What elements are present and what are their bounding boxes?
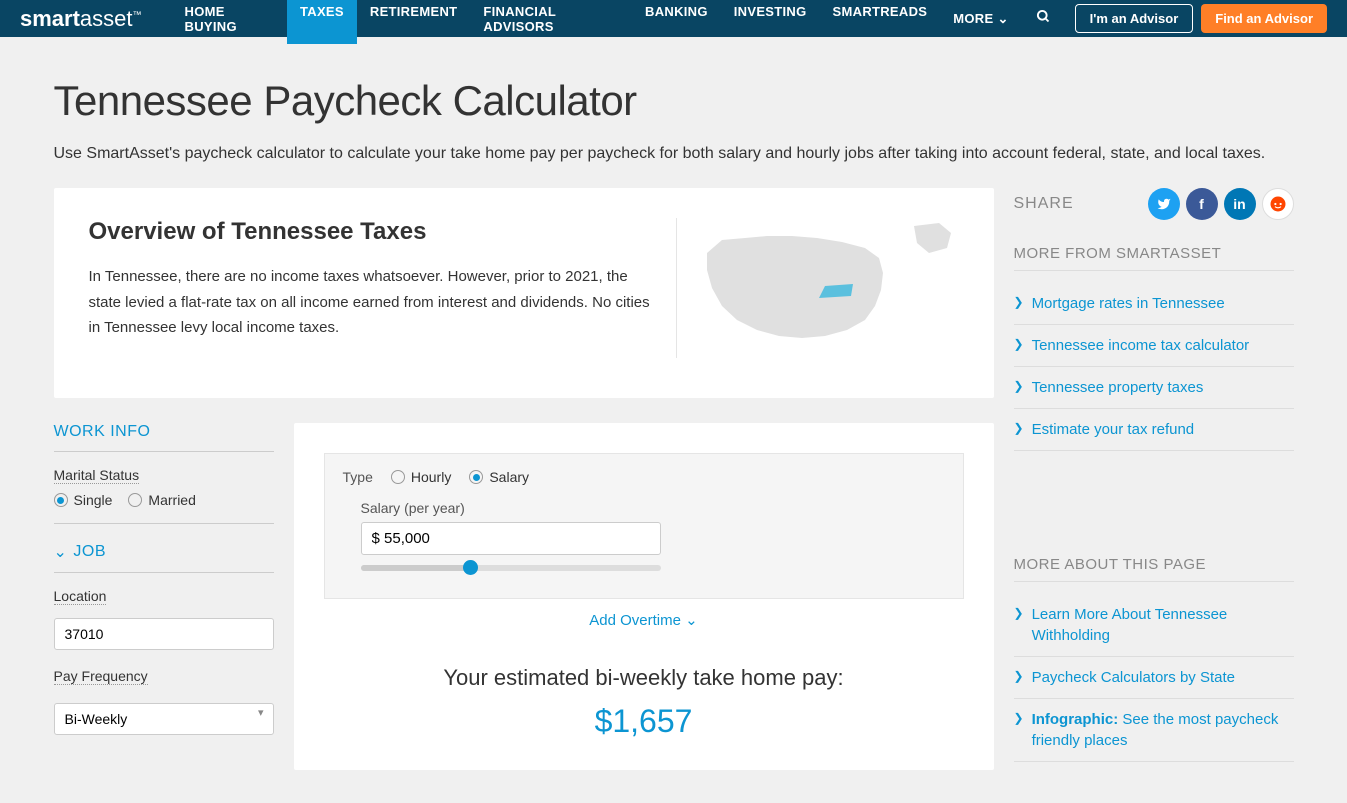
chevron-right-icon: ❯ bbox=[1014, 295, 1024, 309]
nav-banking[interactable]: BANKING bbox=[632, 0, 721, 44]
nav-menu: HOME BUYING TAXES RETIREMENT FINANCIAL A… bbox=[172, 0, 1022, 44]
marital-single-radio[interactable]: Single bbox=[54, 492, 113, 508]
chevron-right-icon: ❯ bbox=[1014, 606, 1024, 620]
add-overtime-link[interactable]: Add Overtime ⌄ bbox=[294, 599, 994, 645]
more-about-heading: MORE ABOUT THIS PAGE bbox=[1014, 556, 1294, 582]
marital-status-label: Marital Status bbox=[54, 467, 140, 484]
chevron-right-icon: ❯ bbox=[1014, 337, 1024, 351]
sidebar-link[interactable]: ❯Tennessee income tax calculator bbox=[1014, 325, 1294, 367]
more-from-heading: MORE FROM SMARTASSET bbox=[1014, 245, 1294, 271]
nav-home-buying[interactable]: HOME BUYING bbox=[172, 0, 287, 44]
chevron-right-icon: ❯ bbox=[1014, 711, 1024, 725]
sidebar-link[interactable]: ❯Estimate your tax refund bbox=[1014, 409, 1294, 451]
pay-frequency-label: Pay Frequency bbox=[54, 668, 148, 685]
overview-title: Overview of Tennessee Taxes bbox=[89, 218, 651, 246]
us-map bbox=[676, 218, 959, 358]
nav-investing[interactable]: INVESTING bbox=[721, 0, 820, 44]
salary-slider[interactable] bbox=[361, 565, 661, 571]
result-label: Your estimated bi-weekly take home pay: bbox=[324, 665, 964, 691]
chevron-down-icon: ⌄ bbox=[997, 11, 1008, 27]
chevron-down-icon: ⌄ bbox=[685, 612, 698, 629]
nav-retirement[interactable]: RETIREMENT bbox=[357, 0, 471, 44]
work-info-heading: WORK INFO bbox=[54, 423, 274, 452]
sidebar-link[interactable]: ❯Tennessee property taxes bbox=[1014, 367, 1294, 409]
search-icon[interactable] bbox=[1022, 0, 1065, 39]
nav-taxes[interactable]: TAXES bbox=[287, 0, 357, 44]
location-label: Location bbox=[54, 588, 107, 605]
salary-label: Salary (per year) bbox=[361, 500, 927, 516]
im-advisor-button[interactable]: I'm an Advisor bbox=[1075, 4, 1194, 33]
page-description: Use SmartAsset's paycheck calculator to … bbox=[54, 145, 1294, 163]
pay-frequency-select[interactable]: Bi-Weekly bbox=[54, 703, 274, 735]
find-advisor-button[interactable]: Find an Advisor bbox=[1201, 4, 1327, 33]
slider-thumb[interactable] bbox=[463, 560, 478, 575]
sidebar-link[interactable]: ❯Paycheck Calculators by State bbox=[1014, 657, 1294, 699]
type-hourly-radio[interactable]: Hourly bbox=[391, 469, 451, 485]
chevron-right-icon: ❯ bbox=[1014, 421, 1024, 435]
linkedin-icon[interactable]: in bbox=[1224, 188, 1256, 220]
chevron-right-icon: ❯ bbox=[1014, 379, 1024, 393]
sidebar-link[interactable]: ❯Mortgage rates in Tennessee bbox=[1014, 283, 1294, 325]
nav-smartreads[interactable]: SMARTREADS bbox=[820, 0, 941, 44]
chevron-right-icon: ❯ bbox=[1014, 669, 1024, 683]
page-title: Tennessee Paycheck Calculator bbox=[54, 77, 1294, 125]
reddit-icon[interactable] bbox=[1262, 188, 1294, 220]
facebook-icon[interactable]: f bbox=[1186, 188, 1218, 220]
sidebar-link[interactable]: ❯Learn More About Tennessee Withholding bbox=[1014, 594, 1294, 657]
sidebar-link[interactable]: ❯Infographic: See the most paycheck frie… bbox=[1014, 699, 1294, 762]
job-section-heading[interactable]: ⌄JOB bbox=[54, 542, 274, 573]
nav-more[interactable]: MORE⌄ bbox=[940, 0, 1021, 44]
location-input[interactable] bbox=[54, 618, 274, 650]
salary-input[interactable] bbox=[361, 522, 661, 555]
type-salary-radio[interactable]: Salary bbox=[469, 469, 529, 485]
overview-card: Overview of Tennessee Taxes In Tennessee… bbox=[54, 188, 994, 398]
chevron-down-icon: ⌄ bbox=[54, 542, 68, 562]
share-label: SHARE bbox=[1014, 195, 1136, 213]
calculator-card: Type Hourly Salary Salary (per year) bbox=[294, 423, 994, 770]
result-value: $1,657 bbox=[324, 703, 964, 740]
twitter-icon[interactable] bbox=[1148, 188, 1180, 220]
marital-married-radio[interactable]: Married bbox=[128, 492, 195, 508]
nav-financial-advisors[interactable]: FINANCIAL ADVISORS bbox=[470, 0, 632, 44]
logo[interactable]: smartasset™ bbox=[20, 6, 142, 32]
overview-text: In Tennessee, there are no income taxes … bbox=[89, 264, 651, 341]
type-label: Type bbox=[343, 469, 373, 485]
